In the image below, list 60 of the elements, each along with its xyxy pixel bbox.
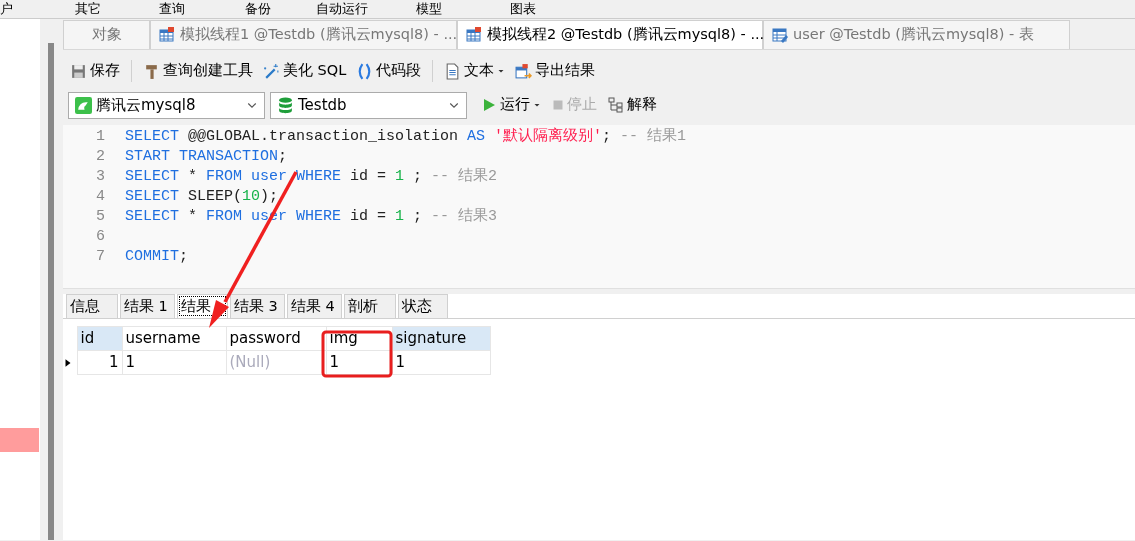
- dolphin-icon: [75, 96, 92, 114]
- table-cell: 1: [122, 350, 226, 375]
- menu-item[interactable]: 自动运行: [316, 0, 368, 18]
- toolbar-button[interactable]: 保存: [67, 60, 123, 82]
- line-number: 5: [95, 207, 106, 227]
- column-header[interactable]: username: [122, 326, 226, 351]
- database-icon: [277, 96, 294, 114]
- editor-tab[interactable]: user @Testdb (腾讯云mysql8) - 表: [763, 20, 1070, 49]
- menu-item[interactable]: 模型: [416, 0, 442, 18]
- table-icon: [159, 27, 175, 43]
- selection-highlight: [0, 428, 39, 452]
- toolbar-button[interactable]: 解释: [605, 94, 660, 116]
- table-cell: 1: [77, 350, 122, 375]
- column-header[interactable]: password: [226, 326, 326, 351]
- editor-tab[interactable]: 模拟线程2 @Testdb (腾讯云mysql8) - ...: [457, 20, 763, 49]
- column-header[interactable]: signature: [392, 326, 490, 351]
- line-number: 7: [95, 247, 106, 267]
- flowchart-icon: [608, 97, 624, 113]
- menu-item[interactable]: 备份: [245, 0, 271, 18]
- menu-item[interactable]: 查询: [159, 0, 185, 18]
- table-edit-icon: [772, 27, 788, 43]
- table-icon: [466, 27, 482, 43]
- toolbar-button[interactable]: 查询创建工具: [140, 60, 256, 82]
- connection-select[interactable]: 腾讯云mysql8: [68, 91, 265, 119]
- menu-item[interactable]: 其它: [75, 0, 101, 18]
- editor-tab[interactable]: 模拟线程1 @Testdb (腾讯云mysql8) - ...: [150, 20, 457, 49]
- export-icon: [515, 62, 533, 80]
- table-cell: 1: [392, 350, 490, 375]
- table-cell: (Null): [226, 350, 326, 375]
- code-line: SELECT @@GLOBAL.transaction_isolation AS '默认隔离级别'; -- 结果1: [125, 127, 687, 147]
- result-tab[interactable]: 剖析: [344, 294, 396, 318]
- code-line: SELECT SLEEP(10);: [125, 187, 279, 207]
- toolbar-button[interactable]: 代码段: [353, 60, 425, 82]
- result-tab[interactable]: 状态: [398, 294, 448, 318]
- stop-icon: [552, 99, 564, 111]
- result-tab[interactable]: 信息: [66, 294, 118, 318]
- line-number: 1: [95, 127, 106, 147]
- editor-tab[interactable]: 对象: [63, 20, 150, 49]
- toolbar-button[interactable]: 运行: [478, 94, 544, 116]
- column-header[interactable]: id: [77, 326, 122, 351]
- hammer-icon: [143, 62, 160, 80]
- code-line: COMMIT;: [125, 247, 189, 267]
- play-icon: [481, 97, 497, 113]
- menu-item[interactable]: 户: [0, 0, 13, 18]
- line-number: 2: [95, 147, 106, 167]
- line-number: 6: [95, 227, 106, 247]
- database-select[interactable]: Testdb: [270, 91, 467, 119]
- menu-item[interactable]: 图表: [510, 0, 536, 18]
- column-header[interactable]: img: [326, 326, 392, 351]
- toolbar-button[interactable]: 美化 SQL: [260, 60, 350, 82]
- result-tab[interactable]: 结果 1: [120, 294, 175, 318]
- toolbar-button[interactable]: 文本: [441, 60, 509, 82]
- line-number: 3: [95, 167, 106, 187]
- result-tab[interactable]: 结果 4: [287, 294, 342, 318]
- code-line: SELECT * FROM user WHERE id = 1 ; -- 结果2: [125, 167, 498, 187]
- result-tab[interactable]: 结果 3: [230, 294, 285, 318]
- code-line: START TRANSACTION;: [125, 147, 288, 167]
- toolbar-button[interactable]: 导出结果: [512, 60, 599, 82]
- line-number: 4: [95, 187, 106, 207]
- magic-wand-icon: [263, 62, 280, 80]
